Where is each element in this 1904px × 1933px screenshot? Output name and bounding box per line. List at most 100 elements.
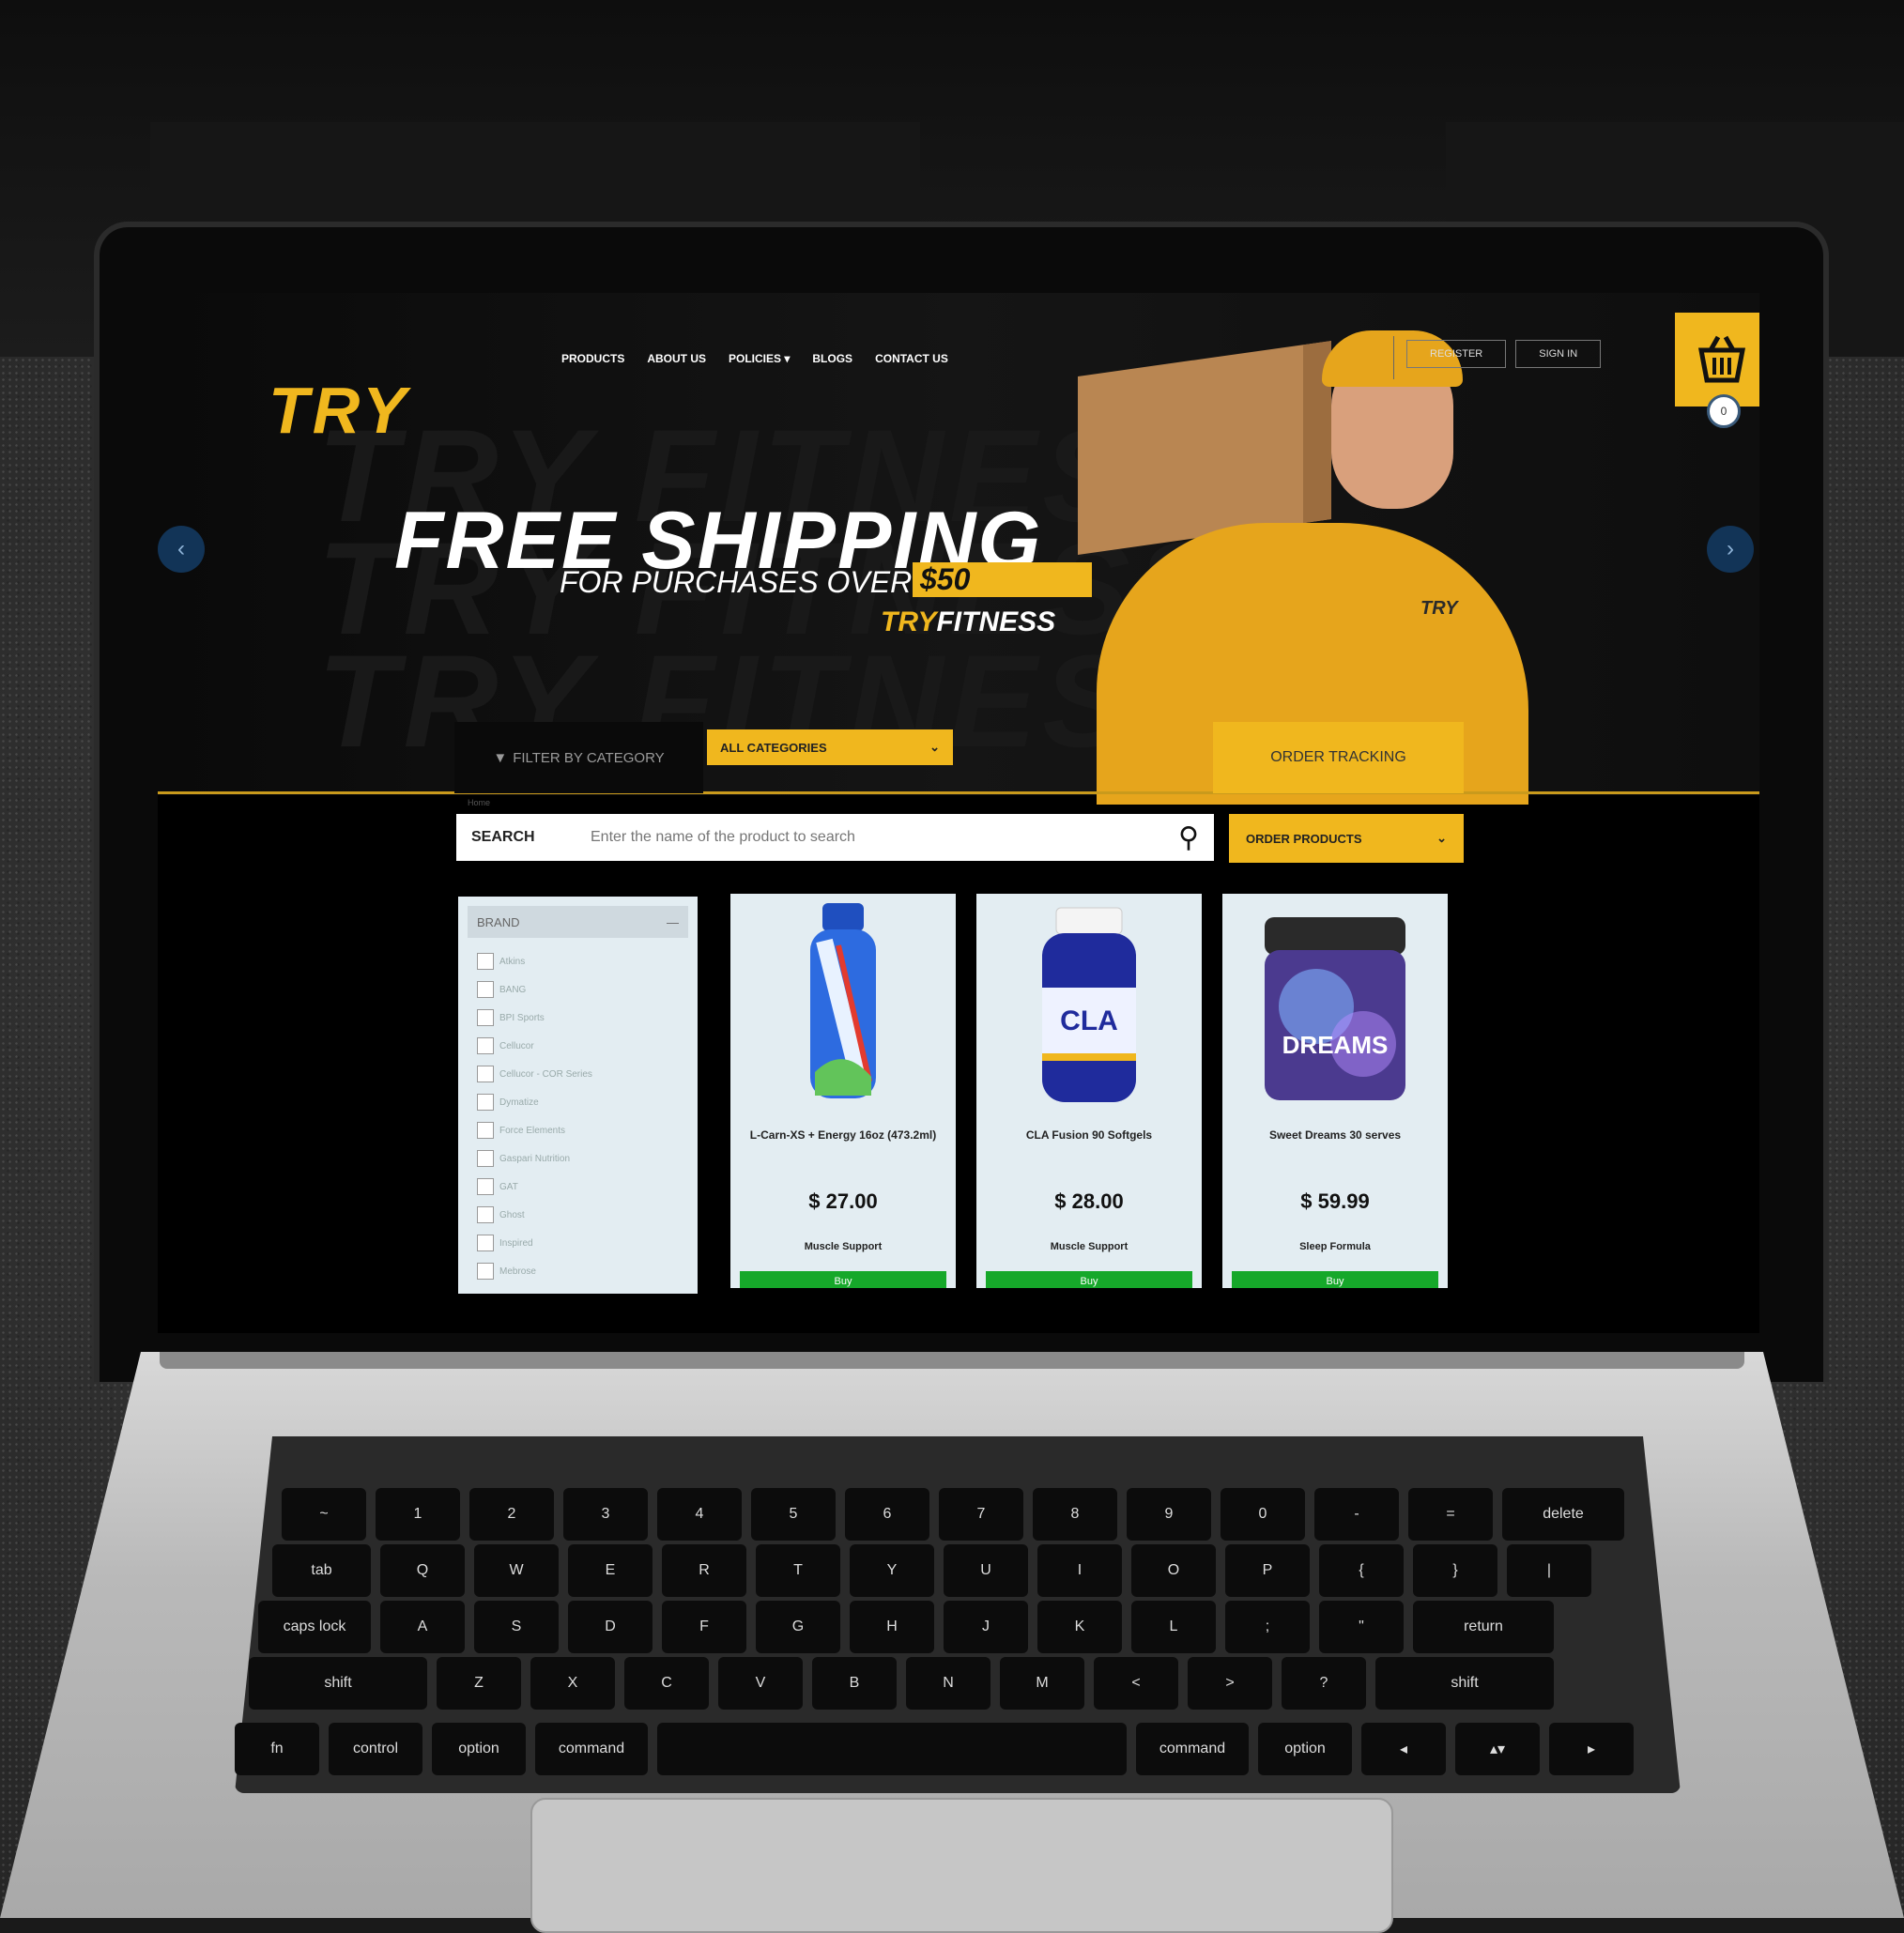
keyboard-key[interactable]: U (944, 1544, 1028, 1597)
carousel-prev-button[interactable]: ‹ (158, 526, 205, 573)
keyboard-key[interactable]: < (1094, 1657, 1178, 1710)
brand-checkbox-item[interactable]: Cellucor - COR Series (477, 1060, 698, 1088)
keyboard-key[interactable]: H (850, 1601, 934, 1653)
brand-checkbox-item[interactable]: BANG (477, 975, 698, 1004)
keyboard-key[interactable]: K (1037, 1601, 1122, 1653)
brand-checkbox-item[interactable]: Mebrose (477, 1257, 698, 1285)
product-name[interactable]: Sweet Dreams 30 serves (1232, 1128, 1438, 1142)
buy-button[interactable]: Buy (986, 1271, 1192, 1288)
keyboard-key[interactable]: X (530, 1657, 615, 1710)
search-icon[interactable]: ⚲ (1178, 821, 1199, 854)
keyboard-key[interactable]: S (474, 1601, 559, 1653)
keyboard-key[interactable]: 7 (939, 1488, 1023, 1541)
register-button[interactable]: REGISTER (1406, 340, 1507, 368)
cart-button[interactable] (1675, 313, 1759, 407)
sign-in-button[interactable]: SIGN IN (1515, 340, 1602, 368)
keyboard-key[interactable]: ~ (282, 1488, 366, 1541)
checkbox[interactable] (477, 1094, 494, 1111)
keyboard-key[interactable]: delete (1502, 1488, 1624, 1541)
brand-filter-header[interactable]: BRAND — (468, 906, 688, 938)
keyboard-key[interactable]: Z (437, 1657, 521, 1710)
checkbox[interactable] (477, 1263, 494, 1280)
checkbox[interactable] (477, 1235, 494, 1251)
keyboard-key[interactable]: C (624, 1657, 709, 1710)
product-card[interactable]: L-Carn-XS + Energy 16oz (473.2ml) $ 27.0… (730, 894, 956, 1288)
buy-button[interactable]: Buy (1232, 1271, 1438, 1288)
keyboard-key[interactable]: E (568, 1544, 653, 1597)
keyboard-key[interactable]: tab (272, 1544, 371, 1597)
keyboard-key[interactable]: 0 (1221, 1488, 1305, 1541)
checkbox[interactable] (477, 1178, 494, 1195)
keyboard-key[interactable]: V (718, 1657, 803, 1710)
order-tracking-button[interactable]: ORDER TRACKING (1213, 722, 1464, 793)
keyboard-key[interactable]: } (1413, 1544, 1497, 1597)
brand-checkbox-item[interactable]: Dymatize (477, 1088, 698, 1116)
keyboard-key[interactable]: ▴▾ (1455, 1723, 1540, 1775)
keyboard-key[interactable]: W (474, 1544, 559, 1597)
nav-blogs[interactable]: BLOGS (812, 352, 852, 365)
nav-policies[interactable]: POLICIES ▾ (729, 352, 790, 365)
keyboard-key[interactable]: ; (1225, 1601, 1310, 1653)
nav-contact-us[interactable]: CONTACT US (875, 352, 948, 365)
checkbox[interactable] (477, 981, 494, 998)
checkbox[interactable] (477, 953, 494, 970)
checkbox[interactable] (477, 1037, 494, 1054)
keyboard-key[interactable]: | (1507, 1544, 1591, 1597)
keyboard-key[interactable]: P (1225, 1544, 1310, 1597)
keyboard-key[interactable]: ▸ (1549, 1723, 1634, 1775)
keyboard-key[interactable]: L (1131, 1601, 1216, 1653)
keyboard-key[interactable]: ? (1282, 1657, 1366, 1710)
category-select[interactable]: ALL CATEGORIES ⌄ (707, 729, 953, 765)
keyboard-key[interactable]: return (1413, 1601, 1554, 1653)
keyboard-key[interactable]: shift (249, 1657, 427, 1710)
product-name[interactable]: CLA Fusion 90 Softgels (986, 1128, 1192, 1142)
keyboard-key[interactable]: B (812, 1657, 897, 1710)
keyboard-key[interactable]: control (329, 1723, 422, 1775)
checkbox[interactable] (477, 1206, 494, 1223)
keyboard-key[interactable]: 1 (376, 1488, 460, 1541)
keyboard-key[interactable]: caps lock (258, 1601, 371, 1653)
keyboard-key[interactable]: Y (850, 1544, 934, 1597)
keyboard-key[interactable]: M (1000, 1657, 1084, 1710)
collapse-icon[interactable]: — (667, 915, 679, 929)
keyboard-key[interactable]: N (906, 1657, 990, 1710)
keyboard-key[interactable] (657, 1723, 1127, 1775)
checkbox[interactable] (477, 1009, 494, 1026)
keyboard-key[interactable]: { (1319, 1544, 1404, 1597)
keyboard-key[interactable]: option (1258, 1723, 1352, 1775)
order-products-select[interactable]: ORDER PRODUCTS ⌄ (1229, 814, 1464, 863)
keyboard-key[interactable]: 9 (1127, 1488, 1211, 1541)
keyboard-key[interactable]: Q (380, 1544, 465, 1597)
breadcrumb-home[interactable]: Home (468, 798, 490, 807)
brand-checkbox-item[interactable]: BPI Sports (477, 1004, 698, 1032)
keyboard-key[interactable]: F (662, 1601, 746, 1653)
product-name[interactable]: L-Carn-XS + Energy 16oz (473.2ml) (740, 1128, 946, 1142)
keyboard-key[interactable]: 8 (1033, 1488, 1117, 1541)
keyboard-key[interactable]: shift (1375, 1657, 1554, 1710)
keyboard-key[interactable]: J (944, 1601, 1028, 1653)
keyboard-key[interactable]: 5 (751, 1488, 836, 1541)
keyboard-key[interactable]: 6 (845, 1488, 929, 1541)
buy-button[interactable]: Buy (740, 1271, 946, 1288)
keyboard-key[interactable]: R (662, 1544, 746, 1597)
brand-checkbox-item[interactable]: Force Elements (477, 1116, 698, 1144)
brand-checkbox-item[interactable]: Atkins (477, 947, 698, 975)
keyboard-key[interactable]: - (1314, 1488, 1399, 1541)
brand-checkbox-item[interactable]: Cellucor (477, 1032, 698, 1060)
product-card[interactable]: DREAMS Sweet Dreams 30 serves $ 59.99 Sl… (1222, 894, 1448, 1288)
keyboard-key[interactable]: command (535, 1723, 648, 1775)
keyboard-key[interactable]: A (380, 1601, 465, 1653)
keyboard-key[interactable]: ◂ (1361, 1723, 1446, 1775)
site-logo[interactable]: TRY (269, 373, 410, 448)
nav-about-us[interactable]: ABOUT US (647, 352, 706, 365)
keyboard-key[interactable]: option (432, 1723, 526, 1775)
checkbox[interactable] (477, 1066, 494, 1082)
checkbox[interactable] (477, 1150, 494, 1167)
brand-checkbox-item[interactable]: Gaspari Nutrition (477, 1144, 698, 1173)
keyboard-key[interactable]: 3 (563, 1488, 648, 1541)
checkbox[interactable] (477, 1122, 494, 1139)
product-card[interactable]: CLA CLA Fusion 90 Softgels $ 28.00 Muscl… (976, 894, 1202, 1288)
brand-checkbox-item[interactable]: Inspired (477, 1229, 698, 1257)
keyboard-key[interactable]: O (1131, 1544, 1216, 1597)
keyboard-key[interactable]: " (1319, 1601, 1404, 1653)
